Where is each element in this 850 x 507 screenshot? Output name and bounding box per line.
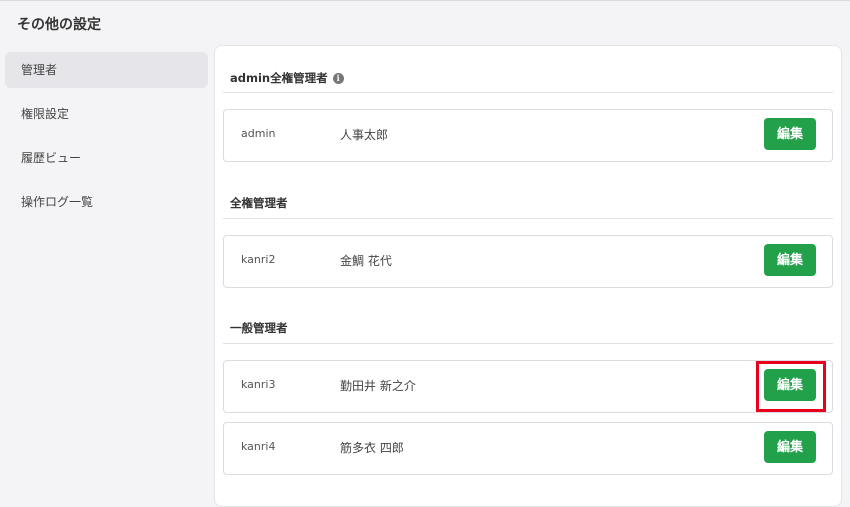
admin-row-kanri2: kanri2 金鯛 花代 編集: [223, 235, 833, 288]
section-title-full-admins: 全権管理者: [230, 196, 288, 210]
section-title-admin-full-label: admin全権管理者: [230, 71, 328, 85]
admin-row-admin: admin 人事太郎 編集: [223, 109, 833, 162]
user-id: kanri4: [241, 440, 276, 453]
section-divider: [223, 343, 833, 344]
user-name: 金鯛 花代: [340, 254, 392, 268]
top-divider: [0, 0, 850, 1]
sidebar-item-operation-log[interactable]: 操作ログ一覧: [5, 184, 208, 220]
user-id: kanri2: [241, 253, 276, 266]
sidebar-item-admins[interactable]: 管理者: [5, 52, 208, 88]
admin-row-kanri3: kanri3 勤田井 新之介 編集: [223, 360, 833, 413]
sidebar-item-permissions[interactable]: 権限設定: [5, 96, 208, 132]
sidebar: 管理者 権限設定 履歴ビュー 操作ログ一覧: [5, 52, 208, 228]
section-divider: [223, 92, 833, 93]
section-title-general-admins: 一般管理者: [230, 321, 288, 335]
edit-button-kanri4[interactable]: 編集: [764, 431, 816, 463]
edit-button-kanri2[interactable]: 編集: [764, 244, 816, 276]
admin-settings-panel: admin全権管理者 i admin 人事太郎 編集 全権管理者 kanri2 …: [214, 45, 842, 507]
user-name: 人事太郎: [340, 128, 389, 142]
info-icon[interactable]: i: [332, 72, 344, 84]
edit-button-kanri3[interactable]: 編集: [764, 369, 816, 401]
edit-button-admin[interactable]: 編集: [764, 118, 816, 150]
user-id: kanri3: [241, 378, 276, 391]
page-title: その他の設定: [17, 17, 101, 33]
admin-row-kanri4: kanri4 筋多衣 四郎 編集: [223, 422, 833, 475]
user-name: 筋多衣 四郎: [340, 441, 404, 455]
user-name: 勤田井 新之介: [340, 379, 416, 393]
section-divider: [223, 218, 833, 219]
section-title-admin-full: admin全権管理者 i: [230, 70, 344, 86]
sidebar-item-history-view[interactable]: 履歴ビュー: [5, 140, 208, 176]
user-id: admin: [241, 127, 276, 140]
